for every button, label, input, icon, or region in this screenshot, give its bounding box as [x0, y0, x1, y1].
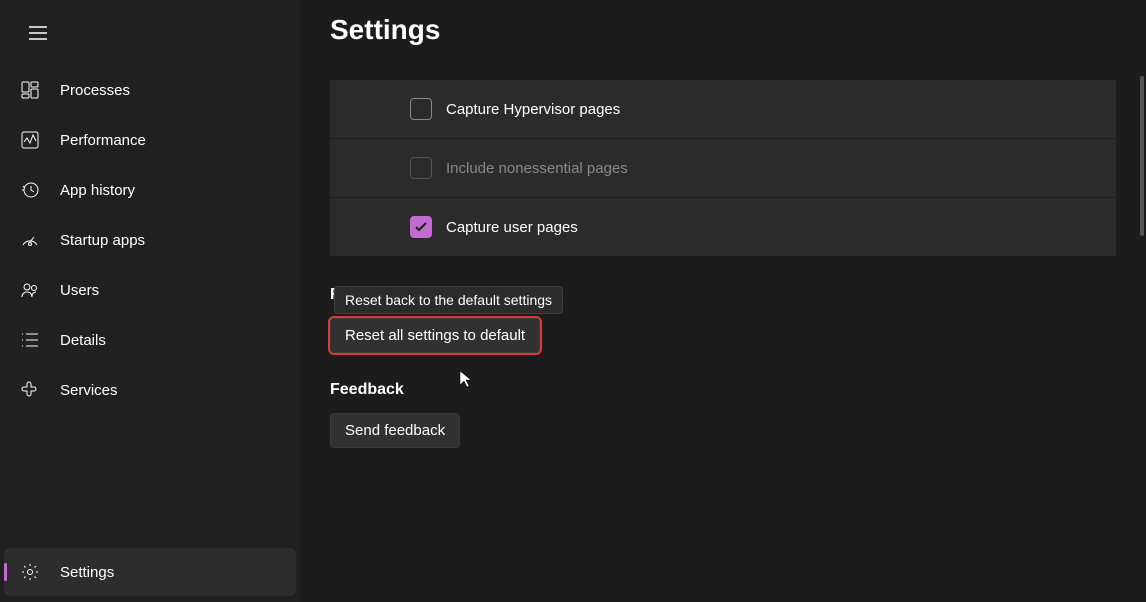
list-icon	[20, 330, 40, 350]
option-label: Capture Hypervisor pages	[446, 101, 620, 118]
send-feedback-button[interactable]: Send feedback	[330, 413, 460, 448]
reset-all-button[interactable]: Reset all settings to default	[330, 318, 540, 353]
sidebar-item-startup-apps[interactable]: Startup apps	[4, 216, 296, 264]
sidebar-item-label: Users	[60, 282, 99, 299]
reset-settings-section: Reset settings Reset back to the default…	[330, 286, 1116, 353]
hamburger-icon	[29, 26, 47, 40]
puzzle-icon	[20, 380, 40, 400]
option-include-nonessential: Include nonessential pages	[330, 139, 1116, 198]
sidebar-item-label: Startup apps	[60, 232, 145, 249]
checkmark-icon	[414, 220, 428, 234]
hamburger-menu-button[interactable]	[18, 18, 58, 48]
sidebar-item-label: Processes	[60, 82, 130, 99]
gear-icon	[20, 562, 40, 582]
grid-icon	[20, 80, 40, 100]
nav-list: Processes Performance App history Startu…	[0, 66, 300, 548]
sidebar: Processes Performance App history Startu…	[0, 0, 300, 602]
sidebar-item-app-history[interactable]: App history	[4, 166, 296, 214]
history-icon	[20, 180, 40, 200]
page-title: Settings	[330, 14, 1116, 46]
sidebar-item-label: Services	[60, 382, 118, 399]
feedback-heading: Feedback	[330, 381, 1116, 399]
sidebar-item-label: Details	[60, 332, 106, 349]
checkbox-unchecked[interactable]	[410, 98, 432, 120]
sidebar-item-label: App history	[60, 182, 135, 199]
option-capture-hypervisor[interactable]: Capture Hypervisor pages	[330, 80, 1116, 139]
scrollbar-thumb[interactable]	[1140, 76, 1144, 236]
sidebar-bottom: Settings	[0, 548, 300, 602]
sidebar-item-users[interactable]: Users	[4, 266, 296, 314]
sidebar-item-processes[interactable]: Processes	[4, 66, 296, 114]
users-icon	[20, 280, 40, 300]
sidebar-item-details[interactable]: Details	[4, 316, 296, 364]
capture-options-block: Capture Hypervisor pages Include nonesse…	[330, 80, 1116, 256]
reset-tooltip: Reset back to the default settings	[334, 286, 563, 314]
checkbox-disabled	[410, 157, 432, 179]
activity-icon	[20, 130, 40, 150]
sidebar-item-performance[interactable]: Performance	[4, 116, 296, 164]
feedback-section: Feedback Send feedback	[330, 381, 1116, 448]
option-capture-user-pages[interactable]: Capture user pages	[330, 198, 1116, 256]
main-content: Settings Capture Hypervisor pages Includ…	[300, 0, 1146, 602]
sidebar-item-settings[interactable]: Settings	[4, 548, 296, 596]
option-label: Capture user pages	[446, 219, 578, 236]
checkbox-checked[interactable]	[410, 216, 432, 238]
sidebar-item-label: Performance	[60, 132, 146, 149]
sidebar-item-services[interactable]: Services	[4, 366, 296, 414]
gauge-icon	[20, 230, 40, 250]
option-label: Include nonessential pages	[446, 160, 628, 177]
sidebar-item-label: Settings	[60, 564, 114, 581]
